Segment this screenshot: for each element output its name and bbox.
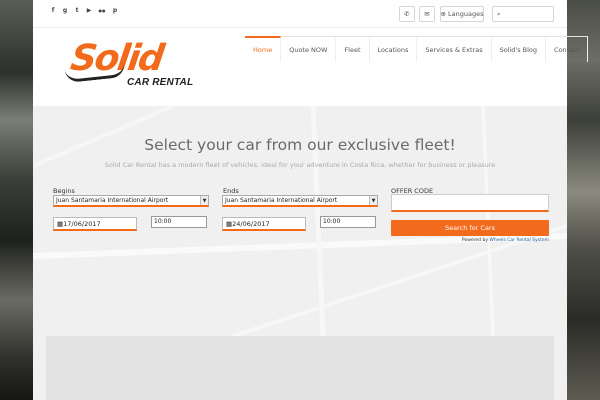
top-bar: f g t ▶ ●● p ✆ ✉ ⊕ Languages ⌕ — [33, 0, 567, 28]
dropoff-date-value: 24/06/2017 — [232, 220, 270, 228]
nav-item-services[interactable]: Services & Extras — [417, 36, 492, 62]
powered-by-prefix: Powered by — [461, 238, 490, 243]
phone-icon: ✆ — [404, 10, 410, 18]
twitter-icon[interactable]: t — [73, 7, 81, 15]
dropoff-time-select[interactable]: 10:00 — [320, 216, 376, 228]
chevron-down-icon: ▼ — [369, 196, 377, 205]
search-input[interactable]: ⌕ — [492, 6, 554, 22]
pickup-location-select[interactable]: Juan Santamaria International Airport ▼ — [53, 195, 209, 207]
pinterest-icon[interactable]: p — [111, 7, 119, 15]
dropoff-location-select[interactable]: Juan Santamaria International Airport ▼ — [222, 195, 378, 207]
hero-subtitle: Solid Car Rental has a modern fleet of v… — [104, 161, 496, 169]
powered-by: Powered by Wheels Car Rental System — [391, 238, 549, 243]
nav-item-locations[interactable]: Locations — [369, 36, 418, 62]
logo-subtitle: CAR RENTAL — [127, 77, 194, 88]
dropoff-date-field[interactable]: ▦24/06/2017 — [222, 217, 306, 231]
map-area — [46, 336, 554, 400]
offer-code-input[interactable] — [391, 194, 549, 212]
background-left — [0, 0, 33, 400]
mail-icon: ✉ — [424, 10, 430, 18]
hero-title: Select your car from our exclusive fleet… — [144, 136, 456, 154]
main-nav: Home Quote NOW Fleet Locations Services … — [245, 36, 589, 62]
nav-item-home[interactable]: Home — [245, 36, 282, 62]
ends-label: Ends — [223, 187, 239, 195]
chevron-down-icon: ▼ — [200, 196, 208, 205]
phone-button[interactable]: ✆ — [399, 6, 415, 22]
mail-button[interactable]: ✉ — [419, 6, 435, 22]
dropoff-location-value: Juan Santamaria International Airport — [225, 197, 338, 204]
youtube-icon[interactable]: ▶ — [85, 7, 93, 15]
powered-by-link[interactable]: Wheels Car Rental System — [489, 238, 549, 243]
pickup-time-select[interactable]: 10:00 — [151, 216, 207, 228]
google-plus-icon[interactable]: g — [61, 7, 69, 15]
pickup-date-field[interactable]: ▦17/06/2017 — [53, 217, 137, 231]
page-container: f g t ▶ ●● p ✆ ✉ ⊕ Languages ⌕ Solid CAR… — [33, 0, 589, 400]
nav-item-fleet[interactable]: Fleet — [336, 36, 370, 62]
facebook-icon[interactable]: f — [49, 7, 57, 15]
logo[interactable]: Solid CAR RENTAL — [64, 36, 193, 94]
nav-item-quote[interactable]: Quote NOW — [281, 36, 337, 62]
search-cars-button[interactable]: Search for Cars — [391, 220, 549, 236]
nav-item-blog[interactable]: Solid's Blog — [491, 36, 547, 62]
site-header: Solid CAR RENTAL Home Quote NOW Fleet Lo… — [33, 28, 589, 106]
pickup-date-value: 17/06/2017 — [63, 220, 101, 228]
languages-button[interactable]: ⊕ Languages — [440, 6, 484, 22]
pickup-time-value: 10:00 — [154, 218, 172, 225]
languages-label: Languages — [448, 10, 484, 18]
begins-label: Begins — [53, 187, 75, 195]
pickup-location-value: Juan Santamaria International Airport — [56, 197, 169, 204]
social-links: f g t ▶ ●● p — [49, 7, 119, 15]
dropoff-time-value: 10:00 — [323, 218, 341, 225]
flickr-icon[interactable]: ●● — [97, 7, 107, 15]
globe-icon: ⊕ — [440, 10, 446, 18]
hero-section: Select your car from our exclusive fleet… — [33, 106, 567, 336]
nav-item-contact[interactable]: Contact — [546, 36, 589, 62]
search-icon: ⌕ — [497, 9, 501, 18]
